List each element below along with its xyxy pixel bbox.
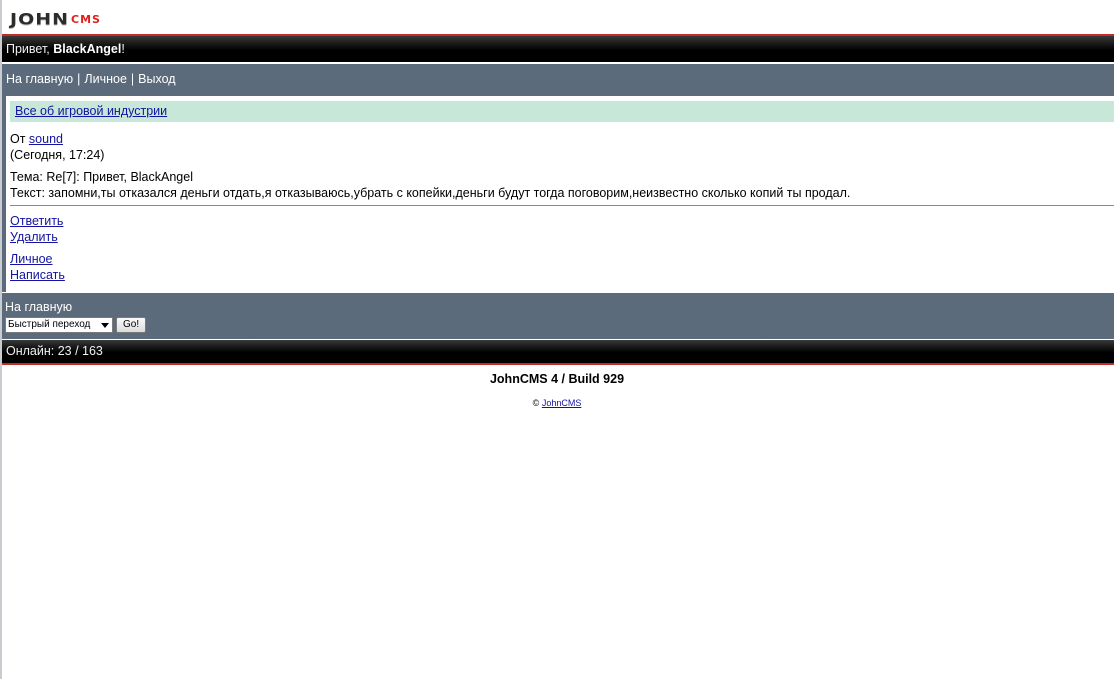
dropdown-arrow-icon (101, 323, 109, 328)
greeting-bar: Привет, BlackAngel! (2, 34, 1114, 62)
message-actions: Ответить Удалить (10, 213, 63, 245)
greeting-text: Привет, (6, 42, 54, 56)
johncms-logo[interactable]: JOHN CMS (10, 6, 101, 28)
copyright-symbol: © (532, 398, 540, 408)
from-label: От (10, 132, 29, 146)
top-nav: На главную | Личное | Выход (2, 64, 1114, 96)
topic-link[interactable]: Все об игровой индустрии (15, 104, 167, 118)
mail-actions: Личное Написать (10, 251, 65, 283)
go-button[interactable]: Go! (116, 317, 147, 333)
author-link[interactable]: sound (29, 132, 63, 146)
nav-separator: | (130, 72, 135, 86)
bottom-nav: На главную Быстрый переход Go! (2, 293, 1114, 339)
topic-header: Все об игровой индустрии (10, 101, 1114, 122)
personal-link[interactable]: Личное (10, 252, 53, 266)
message-panel: Все об игровой индустрии От sound (Сегод… (2, 96, 1114, 292)
message-meta: От sound (Сегодня, 17:24) (10, 131, 104, 163)
online-count: Онлайн: 23 / 163 (6, 344, 103, 358)
nav-separator: | (77, 72, 81, 86)
quick-jump-value: Быстрый переход (8, 319, 91, 330)
write-link[interactable]: Написать (10, 268, 65, 282)
message-text: Текст: запомни,ты отказался деньги отдат… (10, 186, 851, 200)
nav-logout-link[interactable]: Выход (138, 72, 175, 86)
johncms-link[interactable]: JohnCMS (542, 398, 582, 408)
username: BlackAngel (53, 42, 122, 56)
divider (10, 205, 1114, 206)
panel-left-border (2, 96, 6, 292)
build-info: JohnCMS 4 / Build 929 (489, 372, 625, 386)
delete-link[interactable]: Удалить (10, 230, 58, 244)
logo-john: JOHN (10, 10, 70, 29)
copyright: © JohnCMS (0, 398, 1114, 408)
message-time: (Сегодня, 17:24) (10, 148, 105, 162)
bottom-home-link[interactable]: На главную (5, 300, 72, 314)
nav-home-link[interactable]: На главную (6, 72, 73, 86)
quick-jump-select[interactable]: Быстрый переход (5, 317, 113, 333)
greeting-suffix: ! (121, 42, 125, 56)
message-subject: Тема: Re[7]: Привет, BlackAngel (10, 170, 193, 184)
message-body: Тема: Re[7]: Привет, BlackAngel Текст: з… (10, 169, 850, 201)
logo-cms: CMS (71, 13, 101, 26)
reply-link[interactable]: Ответить (10, 214, 63, 228)
online-bar: Онлайн: 23 / 163 (2, 340, 1114, 365)
nav-personal-link[interactable]: Личное (84, 72, 127, 86)
quick-jump: Быстрый переход Go! (5, 317, 147, 333)
